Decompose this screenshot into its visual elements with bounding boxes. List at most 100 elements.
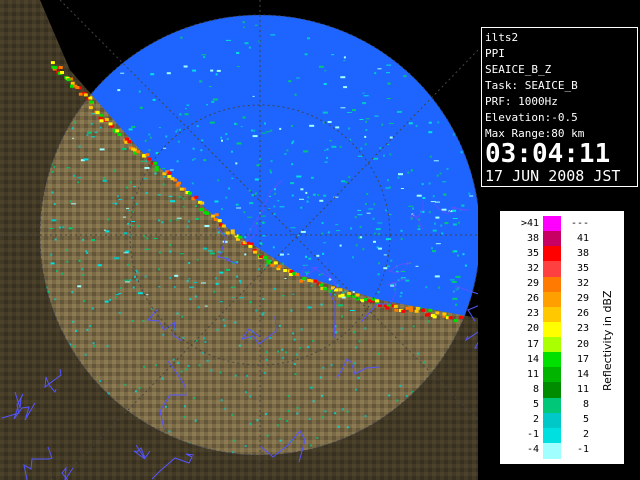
- echo-speckle: [350, 227, 353, 230]
- radar-ppi-map[interactable]: [0, 0, 478, 480]
- echo-speckle: [144, 275, 147, 278]
- echo-speckle: [140, 160, 145, 162]
- echo-speckle: [120, 72, 125, 74]
- echo-speckle: [270, 129, 273, 132]
- echo-speckle: [353, 331, 356, 334]
- echo-speckle: [273, 213, 276, 215]
- echo-speckle: [239, 279, 241, 282]
- echo-speckle: [259, 242, 262, 245]
- echo-speckle: [348, 176, 351, 179]
- echo-speckle: [282, 262, 285, 265]
- echo-speckle: [235, 123, 238, 126]
- echo-speckle: [309, 386, 312, 389]
- echo-speckle: [236, 275, 239, 278]
- legend-swatch: [543, 276, 561, 293]
- coastal-echo: [66, 78, 71, 82]
- echo-speckle: [278, 324, 281, 327]
- echo-speckle: [189, 286, 195, 288]
- echo-speckle: [131, 225, 134, 227]
- echo-speckle: [53, 165, 56, 168]
- echo-speckle: [126, 186, 128, 189]
- scan-date: 17 JUN 2008 JST: [485, 167, 621, 185]
- echo-speckle: [319, 199, 324, 202]
- echo-speckle: [114, 257, 120, 260]
- echo-speckle: [163, 175, 166, 178]
- echo-speckle: [264, 122, 266, 125]
- echo-speckle: [193, 397, 195, 400]
- echo-speckle: [236, 66, 240, 68]
- coastal-echo: [230, 231, 235, 235]
- legend-swatch: [543, 291, 561, 308]
- echo-speckle: [273, 205, 276, 208]
- echo-speckle: [169, 169, 174, 171]
- echo-speckle: [373, 240, 376, 243]
- echo-speckle: [157, 194, 161, 196]
- echo-speckle: [306, 306, 312, 309]
- coastal-echo: [238, 235, 243, 239]
- echo-speckle: [214, 200, 219, 203]
- echo-speckle: [434, 275, 440, 278]
- echo-speckle: [468, 192, 471, 195]
- echo-speckle: [225, 39, 231, 41]
- echo-speckle: [102, 179, 107, 182]
- echo-speckle: [50, 253, 53, 256]
- echo-speckle: [203, 56, 206, 59]
- echo-speckle: [418, 228, 421, 231]
- echo-speckle: [310, 176, 314, 179]
- coastal-echo: [375, 299, 380, 303]
- echo-speckle: [162, 333, 165, 336]
- echo-speckle: [231, 413, 234, 416]
- legend-high-label: 14: [576, 368, 589, 380]
- echo-speckle: [61, 272, 64, 275]
- echo-speckle: [176, 218, 179, 221]
- echo-speckle: [124, 281, 130, 283]
- echo-speckle: [204, 305, 208, 307]
- echo-speckle: [145, 192, 148, 195]
- echo-speckle: [304, 53, 308, 56]
- echo-speckle: [124, 232, 128, 235]
- echo-speckle: [122, 216, 126, 218]
- echo-speckle: [364, 135, 367, 138]
- echo-speckle: [281, 348, 284, 351]
- legend-swatch: [543, 382, 561, 398]
- echo-speckle: [170, 200, 176, 203]
- coastal-echo: [283, 269, 288, 272]
- echo-speckle: [292, 332, 295, 335]
- echo-speckle: [87, 131, 92, 134]
- echo-speckle: [212, 98, 218, 101]
- echo-speckle: [433, 160, 439, 162]
- echo-speckle: [412, 325, 415, 328]
- legend-high-label: 17: [576, 353, 589, 365]
- echo-speckle: [324, 410, 327, 413]
- echo-speckle: [201, 139, 204, 142]
- echo-speckle: [389, 136, 393, 139]
- echo-speckle: [278, 418, 281, 420]
- echo-speckle: [54, 298, 57, 301]
- echo-speckle: [432, 250, 436, 253]
- echo-speckle: [269, 337, 272, 339]
- echo-speckle: [452, 209, 457, 212]
- echo-speckle: [455, 275, 461, 278]
- echo-speckle: [296, 407, 299, 409]
- echo-speckle: [243, 26, 245, 28]
- echo-speckle: [183, 405, 186, 408]
- legend-swatch: [543, 352, 561, 368]
- echo-speckle: [143, 365, 146, 368]
- coastal-echo: [393, 304, 398, 308]
- legend-low-label: 17: [526, 338, 539, 350]
- scan-time: 03:04:11: [485, 139, 611, 169]
- echo-speckle: [377, 68, 382, 70]
- echo-speckle: [94, 131, 98, 133]
- legend-high-label: 5: [582, 414, 589, 426]
- echo-speckle: [51, 191, 54, 194]
- echo-speckle: [239, 281, 242, 284]
- coastal-echo: [338, 288, 343, 292]
- echo-speckle: [373, 157, 379, 160]
- echo-speckle: [51, 219, 57, 222]
- echo-speckle: [222, 318, 225, 321]
- echo-speckle: [306, 200, 309, 203]
- echo-speckle: [146, 294, 149, 296]
- echo-speckle: [66, 167, 71, 169]
- echo-speckle: [86, 134, 89, 137]
- echo-speckle: [195, 218, 199, 220]
